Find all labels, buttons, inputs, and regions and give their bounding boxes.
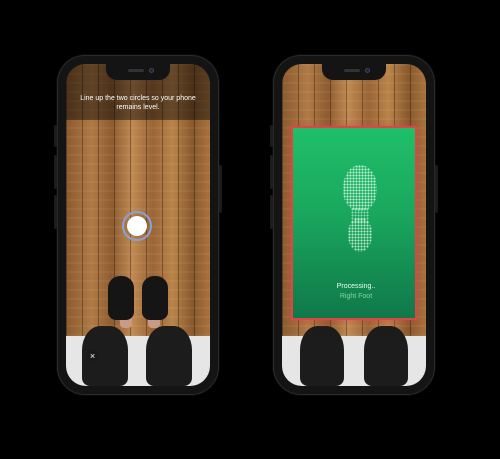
close-button[interactable]: × <box>86 350 99 363</box>
phone-capture: Line up the two circles so your phone re… <box>54 55 222 395</box>
right-leg <box>364 326 408 386</box>
phone-processing: Processing.. Right Foot <box>270 55 438 395</box>
footprint-scan-icon <box>343 165 377 211</box>
side-button <box>219 165 222 213</box>
mute-switch <box>54 125 57 147</box>
side-button <box>435 165 438 213</box>
mute-switch <box>270 125 273 147</box>
notch <box>106 64 170 80</box>
close-icon: × <box>89 351 96 361</box>
capture-screen: Line up the two circles so your phone re… <box>66 64 210 386</box>
level-indicator-dot[interactable] <box>127 216 147 236</box>
level-instruction: Line up the two circles so your phone re… <box>80 95 196 111</box>
right-leg <box>146 326 192 386</box>
volume-down-button <box>54 195 57 229</box>
scan-panel: Processing.. Right Foot <box>291 126 417 320</box>
left-shoe <box>108 276 134 320</box>
volume-up-button <box>270 155 273 189</box>
left-leg <box>300 326 344 386</box>
notch <box>322 64 386 80</box>
foot-label: Right Foot <box>339 293 373 300</box>
processing-status: Processing.. <box>336 283 376 290</box>
processing-screen: Processing.. Right Foot <box>282 64 426 386</box>
volume-down-button <box>270 195 273 229</box>
right-shoe <box>142 276 168 320</box>
volume-up-button <box>54 155 57 189</box>
